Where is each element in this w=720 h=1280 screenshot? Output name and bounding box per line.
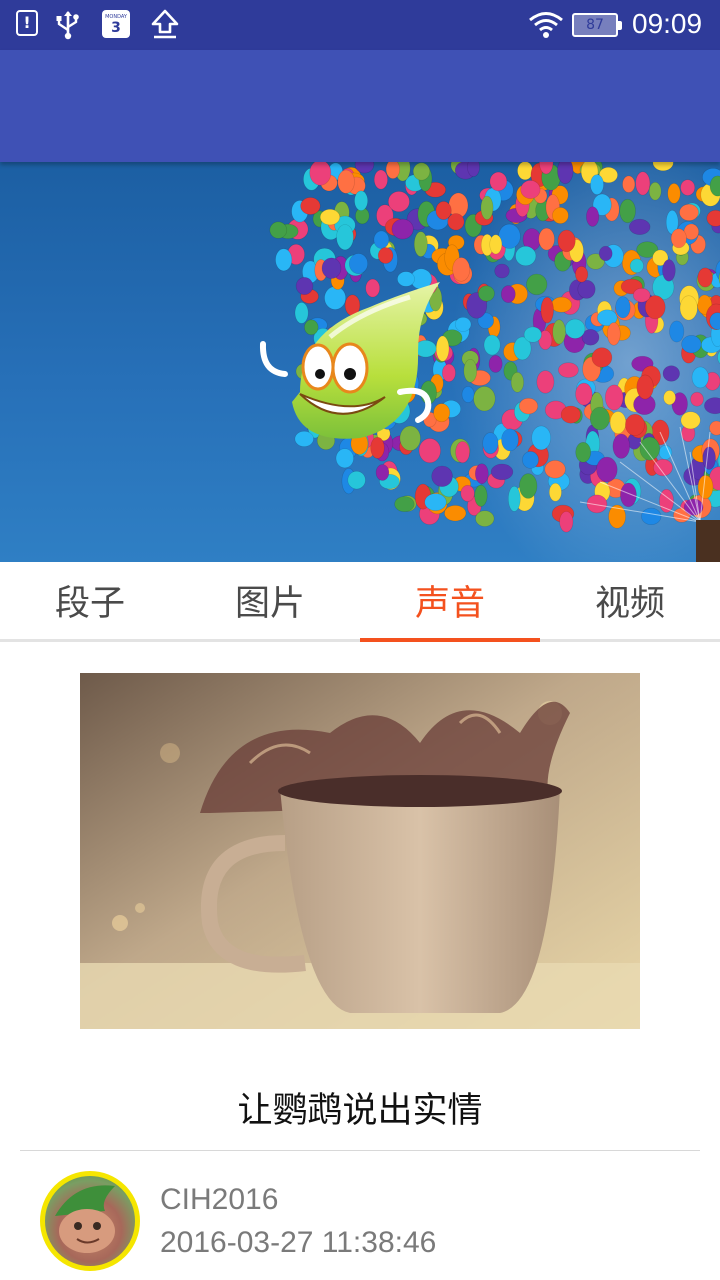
app-bar (0, 50, 720, 162)
divider (20, 1150, 700, 1151)
calendar-icon: MONDAY 3 (102, 10, 130, 38)
upload-icon (150, 8, 180, 40)
status-bar: ! MONDAY 3 87 09:09 (0, 0, 720, 50)
tab-jokes[interactable]: 段子 (0, 562, 180, 639)
post-cover-image[interactable] (80, 673, 640, 1029)
tab-pictures[interactable]: 图片 (180, 562, 360, 639)
usb-icon (54, 10, 82, 40)
header-banner-image (0, 162, 720, 562)
clock: 09:09 (632, 8, 703, 39)
post-timestamp: 2016-03-27 11:38:46 (160, 1226, 437, 1259)
author-name[interactable]: CIH2016 (160, 1183, 278, 1217)
post-title[interactable]: 让鹦鹉说出实情 (0, 1082, 720, 1133)
battery-icon: 87 (572, 13, 622, 37)
tab-audio[interactable]: 声音 (360, 562, 540, 642)
tab-videos[interactable]: 视频 (540, 562, 720, 639)
balloon-mascot-illustration (259, 162, 720, 562)
wifi-icon (528, 11, 564, 39)
alert-icon: ! (16, 10, 38, 36)
avatar[interactable] (40, 1171, 140, 1271)
category-tabs: 段子 图片 声音 视频 (0, 562, 720, 642)
calendar-day: 3 (111, 19, 121, 36)
